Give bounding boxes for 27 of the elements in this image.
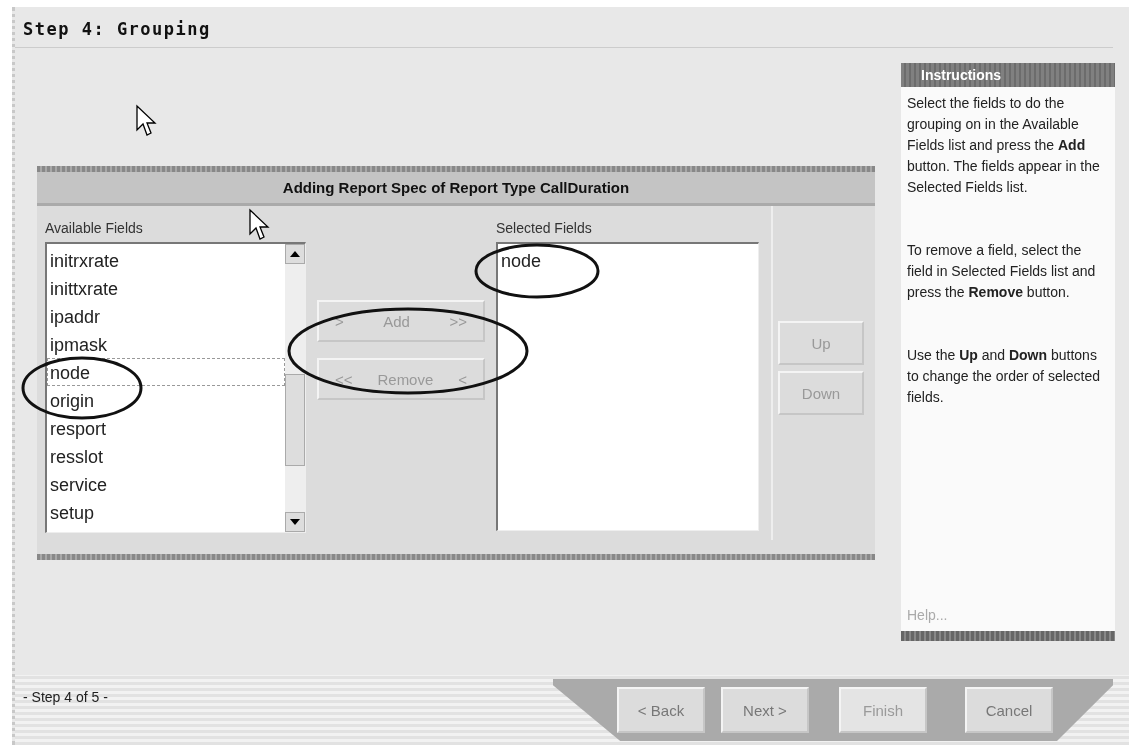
instruction-paragraph: Select the fields to do the grouping on in the Available Fields list and press the Add button. The fields appear in the Selected Fields list.: [907, 94, 1101, 197]
scroll-down-icon[interactable]: [285, 512, 305, 532]
mouse-pointer-icon: [248, 208, 272, 242]
field-item[interactable]: origin: [47, 386, 285, 414]
field-item[interactable]: node: [47, 358, 285, 386]
step-indicator: - Step 4 of 5 -: [22, 688, 109, 707]
field-item[interactable]: initrxrate: [47, 246, 285, 274]
dialog-heading: Adding Report Spec of Report Type CallDuration: [37, 172, 875, 206]
field-item[interactable]: ipmask: [47, 330, 285, 358]
instructions-header: Instructions: [901, 63, 1115, 87]
available-fields-list[interactable]: initrxrate inittxrate ipaddr ipmask node origin resport resslot service setup: [45, 242, 306, 533]
field-item[interactable]: inittxrate: [47, 274, 285, 302]
scroll-up-icon[interactable]: [285, 244, 305, 264]
field-item[interactable]: ipaddr: [47, 302, 285, 330]
field-item[interactable]: service: [47, 470, 285, 498]
wizard-title: Step 4: Grouping: [15, 7, 1113, 48]
instruction-paragraph: Use the Up and Down buttons to change the order of selected fields.: [907, 346, 1101, 407]
mouse-pointer-icon: [135, 104, 159, 138]
field-item[interactable]: resslot: [47, 442, 285, 470]
field-item[interactable]: setup: [47, 498, 285, 526]
instruction-paragraph: To remove a field, select the field in Selected Fields list and press the Remove button.: [907, 241, 1097, 302]
available-fields-label: Available Fields: [45, 219, 143, 238]
field-item[interactable]: resport: [47, 414, 285, 442]
field-item[interactable]: node: [498, 246, 758, 274]
scrollbar[interactable]: [285, 244, 305, 532]
selected-fields-label: Selected Fields: [496, 219, 592, 238]
selected-fields-list[interactable]: node: [496, 242, 759, 531]
